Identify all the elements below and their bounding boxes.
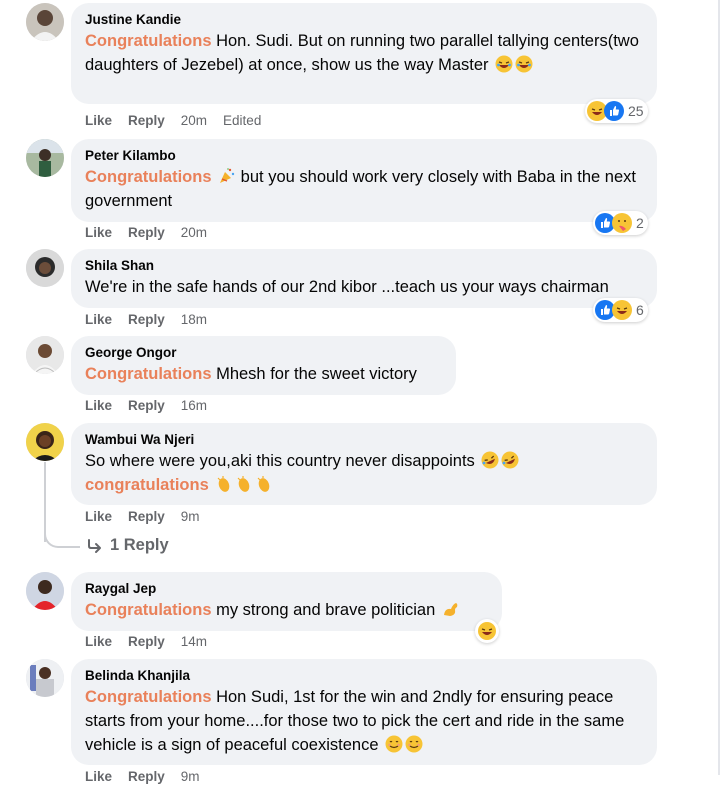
comment-timestamp[interactable]: 14m [181,634,207,650]
like-button[interactable]: Like [85,398,112,414]
reply-button[interactable]: Reply [128,769,165,785]
reply-button[interactable]: Reply [128,312,165,328]
comment-text: Congratulations Mhesh for the sweet vict… [85,365,417,383]
comment-actions: Like Reply 18m [85,312,223,328]
comment-author[interactable]: George Ongor [85,344,442,362]
laughing-emoji-icon [495,55,513,73]
reply-button[interactable]: Reply [128,398,165,414]
comment-author[interactable]: Justine Kandie [85,11,643,29]
comment-text: So where were you,aki this country never… [85,449,643,497]
rofl-emoji-icon [501,451,519,469]
comment-highlight[interactable]: Congratulations [85,32,212,50]
reaction-summary[interactable]: 6 [593,298,648,322]
like-reaction-icon [604,101,624,121]
comment-timestamp[interactable]: 20m [181,225,207,241]
comment-actions: Like Reply 14m [85,634,223,650]
avatar[interactable] [26,572,64,610]
haha-reaction-icon [612,300,632,320]
reply-button[interactable]: Reply [128,634,165,650]
avatar[interactable] [26,249,64,287]
reply-button[interactable]: Reply [128,225,165,241]
like-button[interactable]: Like [85,225,112,241]
laughing-emoji-icon [515,55,533,73]
avatar[interactable] [26,659,64,697]
like-button[interactable]: Like [85,312,112,328]
clapping-hands-icon [215,475,233,493]
comment-text: Congratulations but you should work very… [85,167,636,210]
reaction-count: 25 [628,103,644,119]
reaction-summary[interactable]: 2 [593,211,648,235]
like-button[interactable]: Like [85,769,112,785]
reply-button[interactable]: Reply [128,509,165,525]
comment-bubble: Justine Kandie Congratulations Hon. Sudi… [71,3,657,104]
comment-actions: Like Reply 20m [85,225,223,241]
smiling-emoji-icon [385,735,403,753]
comment-bubble: Shila Shan We're in the safe hands of ou… [71,249,657,308]
comment-bubble: Wambui Wa Njeri So where were you,aki th… [71,423,657,505]
comment-author[interactable]: Wambui Wa Njeri [85,431,643,449]
avatar[interactable] [26,336,64,374]
comment-actions: Like Reply 9m [85,769,216,785]
comment-bubble: Peter Kilambo Congratulations but you sh… [71,139,657,222]
like-button[interactable]: Like [85,113,112,129]
rofl-emoji-icon [481,451,499,469]
like-button[interactable]: Like [85,634,112,650]
comment-bubble: Raygal Jep Congratulations my strong and… [71,572,502,631]
comment-timestamp[interactable]: 16m [181,398,207,414]
comment-text: We're in the safe hands of our 2nd kibor… [85,278,609,296]
comment-author[interactable]: Belinda Khanjila [85,667,643,685]
smiling-emoji-icon [405,735,423,753]
edited-label[interactable]: Edited [223,113,261,129]
comment-actions: Like Reply 20m Edited [85,113,261,129]
replies-count[interactable]: 1 Reply [110,536,169,555]
comment-text: Congratulations Hon Sudi, 1st for the wi… [85,688,625,754]
comment-bubble: Belinda Khanjila Congratulations Hon Sud… [71,659,657,765]
comment-text: Congratulations my strong and brave poli… [85,598,488,622]
comment-timestamp[interactable]: 9m [181,509,200,525]
comment-author[interactable]: Peter Kilambo [85,147,643,165]
comment-timestamp[interactable]: 20m [181,113,207,129]
comment-author[interactable]: Raygal Jep [85,580,488,598]
comment-highlight[interactable]: Congratulations [85,601,212,619]
avatar[interactable] [26,139,64,177]
comment-actions: Like Reply 16m [85,398,223,414]
comment-highlight[interactable]: Congratulations [85,688,212,706]
comment-highlight[interactable]: Congratulations [85,365,212,383]
comment-highlight[interactable]: congratulations [85,476,209,494]
party-popper-icon [218,167,236,185]
avatar[interactable] [26,3,64,41]
reply-arrow-icon [86,537,104,555]
comment-actions: Like Reply 9m [85,509,216,525]
comment-author[interactable]: Shila Shan [85,257,643,275]
reaction-summary[interactable]: 25 [585,99,648,123]
care-reaction-icon [612,213,632,233]
thread-connector [44,520,80,548]
comment-bubble: George Ongor Congratulations Mhesh for t… [71,336,456,395]
comment-highlight[interactable]: Congratulations [85,168,212,186]
comment-timestamp[interactable]: 18m [181,312,207,328]
comment-text: Congratulations Hon. Sudi. But on runnin… [85,32,639,74]
like-button[interactable]: Like [85,509,112,525]
reaction-count: 6 [636,302,644,318]
reaction-count: 2 [636,215,644,231]
clapping-hands-icon [255,475,273,493]
reply-button[interactable]: Reply [128,113,165,129]
emoji-reaction-badge[interactable] [475,619,499,643]
avatar[interactable] [26,423,64,461]
flexed-biceps-icon [442,600,460,618]
clapping-hands-icon [235,475,253,493]
view-replies-button[interactable]: 1 Reply [86,536,169,555]
comment-timestamp[interactable]: 9m [181,769,200,785]
